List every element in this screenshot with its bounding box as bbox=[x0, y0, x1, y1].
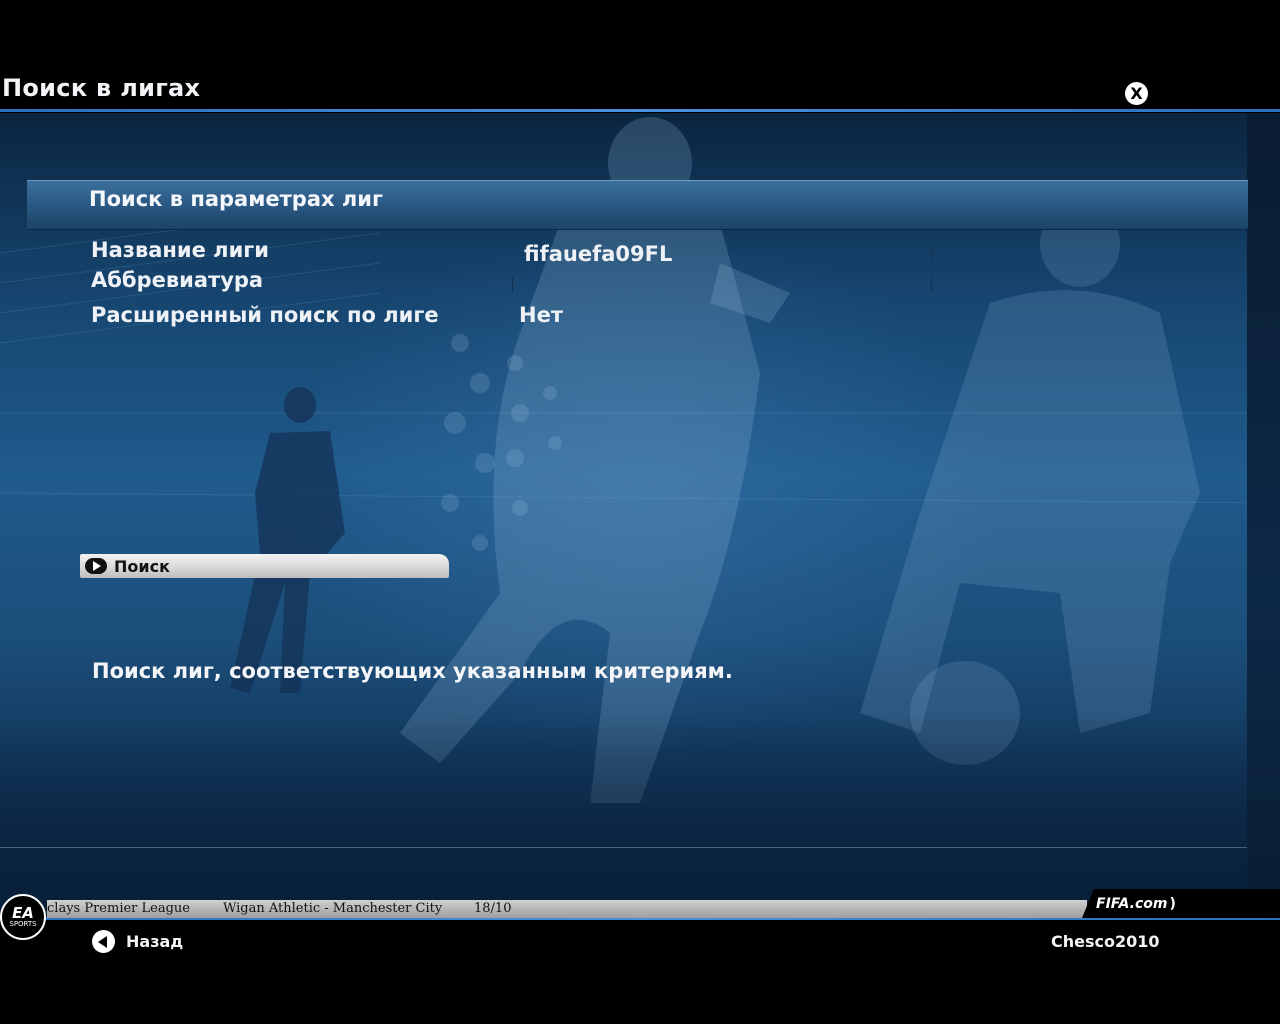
ea-sports-logo: EA SPORTS bbox=[0, 894, 46, 940]
field-label-advanced-search[interactable]: Расширенный поиск по лиге bbox=[91, 303, 439, 327]
news-ticker: clays Premier League Wigan Athletic - Ma… bbox=[47, 900, 1087, 918]
top-divider bbox=[0, 109, 1280, 112]
ticker-score: 18/10 bbox=[474, 901, 512, 916]
field-marker bbox=[512, 276, 513, 292]
ticker-league: clays Premier League bbox=[47, 901, 190, 916]
screen-title: Поиск в лигах bbox=[2, 74, 201, 102]
user-name: Chesco2010 bbox=[1051, 932, 1160, 951]
field-marker bbox=[931, 276, 932, 292]
field-value-league-name[interactable]: fifauefa09FL bbox=[524, 242, 672, 266]
field-label-abbreviation[interactable]: Аббревиатура bbox=[91, 268, 263, 292]
right-edge-strip bbox=[1247, 113, 1280, 917]
ticker-match: Wigan Athletic - Manchester City bbox=[223, 901, 443, 916]
ea-logo-text: EA bbox=[12, 904, 34, 922]
panel-title: Поиск в параметрах лиг bbox=[89, 187, 383, 211]
play-icon bbox=[85, 558, 107, 574]
search-button-label: Поиск bbox=[114, 556, 170, 576]
pitch-grass-graphic bbox=[0, 713, 1280, 917]
close-icon: X bbox=[1130, 84, 1143, 103]
fifa-swoosh-icon: ) bbox=[1169, 895, 1176, 912]
back-button[interactable]: Назад bbox=[92, 930, 183, 953]
fifa-com-text: FIFA.com bbox=[1096, 895, 1168, 912]
back-arrow-icon bbox=[92, 930, 115, 953]
pitch-line-graphic bbox=[0, 847, 1280, 848]
fifa-com-logo: FIFA.com ) bbox=[1082, 889, 1280, 918]
ea-logo-subtext: SPORTS bbox=[9, 920, 37, 928]
help-text: Поиск лиг, соответствующих указанным кри… bbox=[92, 659, 733, 683]
search-button[interactable]: Поиск bbox=[80, 554, 449, 578]
background-stage bbox=[0, 113, 1280, 917]
field-value-advanced-search[interactable]: Нет bbox=[519, 303, 563, 327]
back-button-label: Назад bbox=[126, 932, 184, 951]
field-marker bbox=[931, 246, 932, 262]
field-label-league-name[interactable]: Название лиги bbox=[91, 238, 269, 262]
close-button[interactable]: X bbox=[1125, 82, 1148, 105]
